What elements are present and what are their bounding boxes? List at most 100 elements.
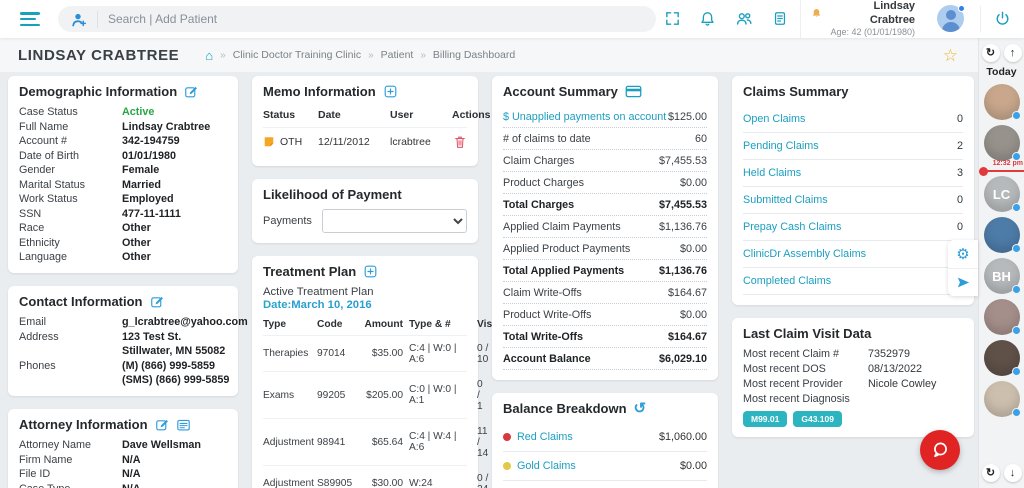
- rail-scroll-down-button[interactable]: ↓: [1003, 464, 1022, 482]
- account-row-label[interactable]: Total Write-Offs: [503, 331, 583, 343]
- patient-avatar[interactable]: [937, 5, 966, 33]
- tp-visits: 0 / 1: [477, 378, 483, 412]
- notifications-bell-icon[interactable]: [692, 6, 724, 32]
- add-patient-icon: [70, 10, 98, 28]
- logout-power-icon[interactable]: [980, 5, 1012, 32]
- treatment-title: Treatment Plan: [263, 264, 357, 279]
- balance-claim-link[interactable]: Gold Claims: [503, 460, 576, 472]
- avatar-status-dot: [958, 5, 966, 13]
- claims-summary-link[interactable]: Pending Claims: [743, 140, 819, 152]
- current-patient-chip[interactable]: Lindsay Crabtree Age: 42 (01/01/1980): [799, 0, 925, 38]
- account-row-label[interactable]: Total Applied Payments: [503, 265, 624, 277]
- account-summary-row: Claim Charges $7,455.53: [503, 150, 707, 172]
- appointment-avatar[interactable]: BH: [983, 258, 1021, 294]
- payment-card-icon[interactable]: [625, 85, 642, 98]
- rail-refresh-button-bottom[interactable]: ↻: [981, 464, 1000, 482]
- fullscreen-icon[interactable]: [656, 6, 688, 32]
- patients-group-icon[interactable]: [728, 6, 760, 32]
- last-claim-label: Most recent Claim #: [743, 348, 840, 360]
- appointment-avatar[interactable]: [983, 381, 1021, 417]
- appointment-avatar[interactable]: [983, 299, 1021, 335]
- claims-summary-row: Completed Claims 51: [743, 268, 963, 295]
- breadcrumb-separator: »: [420, 49, 426, 61]
- tp-visits: 11 / 14: [477, 425, 489, 459]
- settings-gear-icon[interactable]: ⚙: [948, 240, 978, 268]
- appointment-avatar[interactable]: LC: [983, 176, 1021, 212]
- last-claim-value: 08/13/2022: [868, 363, 923, 375]
- documents-icon[interactable]: [764, 6, 796, 32]
- chat-button[interactable]: [920, 430, 960, 470]
- dashboard-content: Demographic Information Case Status Acti…: [0, 72, 978, 488]
- timeline-rail: ↻ ↑ Today 12:32 pm LC BH ↻ ↓: [978, 38, 1024, 488]
- account-row-label[interactable]: Product Charges: [503, 177, 584, 189]
- field-label: Email: [19, 316, 46, 328]
- field-value: (M) (866) 999-5859: [122, 359, 216, 372]
- breadcrumb-item[interactable]: Billing Dashboard: [433, 49, 515, 61]
- field-value: N/A: [122, 483, 227, 488]
- account-row-label[interactable]: Product Write-Offs: [503, 309, 591, 321]
- edit-icon[interactable]: [150, 295, 164, 309]
- account-row-label[interactable]: Claim Charges: [503, 155, 574, 167]
- rail-scroll-up-button[interactable]: ↑: [1003, 44, 1022, 62]
- tp-type: Adjustment: [263, 436, 314, 448]
- edit-icon[interactable]: [184, 85, 198, 99]
- tp-amount: $30.00: [371, 478, 403, 488]
- claims-summary-link[interactable]: ClinicDr Assembly Claims: [743, 248, 866, 260]
- balance-claim-link[interactable]: Red Claims: [503, 431, 573, 443]
- home-icon[interactable]: ⌂: [205, 49, 213, 62]
- claims-summary-row: Submitted Claims 0: [743, 187, 963, 214]
- last-claim-label: Most recent Provider: [743, 378, 843, 390]
- treatment-row: Therapies 97014 $35.00 C:4 | W:0 | A:6 0…: [263, 335, 488, 371]
- edit-icon[interactable]: [155, 418, 169, 432]
- diagnosis-code-badge[interactable]: M99.01: [743, 411, 788, 427]
- field-label: Phones: [19, 359, 56, 372]
- appointment-avatar[interactable]: [983, 84, 1021, 120]
- delete-memo-trash-icon[interactable]: [452, 135, 467, 149]
- status-dot: [1011, 408, 1021, 417]
- history-icon[interactable]: ↺: [634, 401, 647, 416]
- field-value: Other: [122, 236, 151, 249]
- appointment-avatar[interactable]: [983, 340, 1021, 376]
- account-row-label[interactable]: $ Unapplied payments on account: [503, 111, 666, 123]
- account-row-label[interactable]: Total Charges: [503, 199, 574, 211]
- field-value: Married: [122, 178, 162, 191]
- account-row-value: 60: [694, 132, 707, 145]
- diagnosis-code-badge[interactable]: G43.109: [793, 411, 842, 427]
- account-row-label[interactable]: Account Balance: [503, 353, 591, 365]
- breadcrumb-item[interactable]: Patient: [381, 49, 414, 61]
- chat-bubble-icon: [930, 440, 950, 460]
- breadcrumb-separator: »: [368, 49, 374, 61]
- send-icon[interactable]: [948, 268, 978, 296]
- claims-summary-link[interactable]: Submitted Claims: [743, 194, 828, 206]
- tp-col-amount: Amount: [364, 319, 403, 330]
- menu-icon[interactable]: [20, 12, 40, 26]
- field-label: [19, 345, 122, 357]
- account-row-value: $7,455.53: [658, 198, 707, 211]
- breadcrumb-item[interactable]: Clinic Doctor Training Clinic: [233, 49, 361, 61]
- refresh-icon: ↻: [985, 46, 996, 59]
- claims-summary-title: Claims Summary: [743, 84, 849, 99]
- account-row-label[interactable]: Applied Claim Payments: [503, 221, 621, 233]
- contact-title: Contact Information: [19, 294, 143, 309]
- payments-select[interactable]: [322, 209, 467, 233]
- claims-summary-link[interactable]: Held Claims: [743, 167, 801, 179]
- attorney-card-icon[interactable]: [176, 418, 191, 432]
- claims-summary-link[interactable]: Prepay Cash Claims: [743, 221, 841, 233]
- appointment-avatar[interactable]: [983, 125, 1021, 161]
- account-row-label[interactable]: Applied Product Payments: [503, 243, 630, 255]
- rail-refresh-button[interactable]: ↻: [981, 44, 1000, 62]
- add-memo-icon[interactable]: [383, 84, 398, 99]
- account-row-label[interactable]: # of claims to date: [503, 133, 591, 145]
- appointment-avatar[interactable]: [983, 217, 1021, 253]
- account-summary-row: Account Balance $6,029.10: [503, 348, 707, 370]
- favorite-star-icon[interactable]: ☆: [943, 47, 958, 64]
- add-treatment-icon[interactable]: [363, 264, 378, 279]
- search-input[interactable]: [107, 12, 645, 26]
- treatment-date: March 10, 2016: [291, 299, 372, 311]
- claims-summary-link[interactable]: Open Claims: [743, 113, 805, 125]
- account-summary-panel: Account Summary $ Unapplied payments on …: [492, 76, 718, 380]
- claims-summary-link[interactable]: Completed Claims: [743, 275, 831, 287]
- patient-search[interactable]: [57, 6, 657, 32]
- account-row-label[interactable]: Claim Write-Offs: [503, 287, 582, 299]
- memo-col-date: Date: [318, 109, 341, 121]
